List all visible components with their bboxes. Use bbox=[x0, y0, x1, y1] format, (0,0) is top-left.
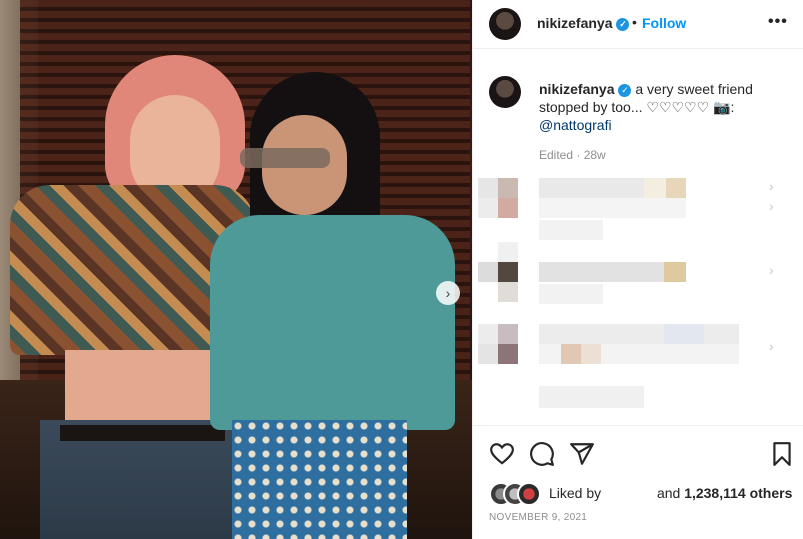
comment-blurred-1: › › bbox=[473, 178, 803, 242]
comment-blurred-3: › bbox=[473, 324, 803, 414]
post-photo[interactable]: › bbox=[0, 0, 472, 539]
caption-username[interactable]: nikizefanya bbox=[539, 81, 614, 97]
post-header: nikizefanya ✓ • Follow ••• bbox=[473, 0, 803, 49]
next-photo-button[interactable]: › bbox=[436, 281, 460, 305]
caption-mention-link[interactable]: @nattografi bbox=[539, 117, 612, 133]
person-left-belt bbox=[60, 425, 225, 441]
person-right-top bbox=[210, 215, 455, 430]
person-left-midriff bbox=[65, 350, 215, 425]
comment-blurred-2: › bbox=[473, 242, 803, 312]
follow-button[interactable]: Follow bbox=[642, 15, 686, 31]
likes-count-link[interactable]: 1,238,114 others bbox=[684, 485, 792, 501]
comment-like-icon[interactable]: › bbox=[769, 178, 774, 194]
caption-avatar[interactable] bbox=[489, 76, 521, 108]
avatar[interactable] bbox=[489, 8, 521, 40]
person-right-skirt bbox=[232, 420, 407, 539]
person-right-glasses bbox=[240, 148, 330, 168]
comment-like-icon[interactable]: › bbox=[769, 198, 774, 214]
comment-icon[interactable] bbox=[529, 441, 555, 467]
heart-icon[interactable] bbox=[489, 441, 515, 467]
more-dots-icon[interactable]: ••• bbox=[768, 13, 788, 31]
header-username[interactable]: nikizefanya ✓ bbox=[537, 15, 630, 31]
post-date[interactable]: NOVEMBER 9, 2021 bbox=[489, 512, 587, 523]
caption-edited: Edited · 28w bbox=[539, 148, 606, 162]
bookmark-icon[interactable] bbox=[769, 441, 795, 467]
likes-and-label: and bbox=[656, 485, 681, 501]
action-bar bbox=[473, 425, 803, 482]
header-separator: • bbox=[632, 14, 637, 30]
post-panel: nikizefanya ✓ • Follow ••• nikizefanya ✓ a… bbox=[472, 0, 803, 539]
comment-like-icon[interactable]: › bbox=[769, 338, 774, 354]
likes-text: Liked by and 1,238,114 others bbox=[549, 485, 792, 501]
chevron-right-icon: › bbox=[445, 285, 451, 301]
liked-by-label: Liked by bbox=[549, 485, 602, 501]
share-icon[interactable] bbox=[569, 441, 595, 467]
verified-badge-icon: ✓ bbox=[616, 18, 630, 31]
caption-text: nikizefanya ✓ a very sweet friend stopped… bbox=[539, 80, 779, 134]
liker-avatar[interactable] bbox=[517, 482, 541, 506]
comment-like-icon[interactable]: › bbox=[769, 262, 774, 278]
likes-row: Liked by and 1,238,114 others bbox=[489, 482, 803, 506]
header-username-text[interactable]: nikizefanya bbox=[537, 15, 612, 31]
verified-badge-icon: ✓ bbox=[618, 84, 632, 97]
